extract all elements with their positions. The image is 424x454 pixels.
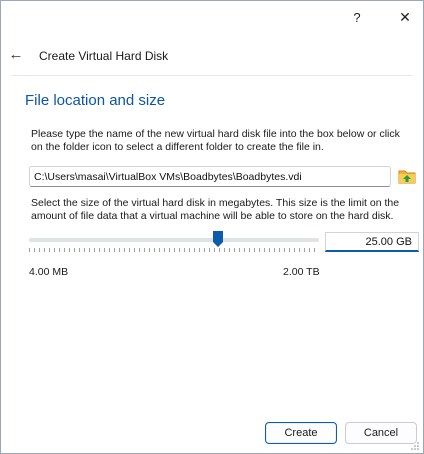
- location-description: Please type the name of the new virtual …: [31, 128, 400, 153]
- cancel-button[interactable]: Cancel: [345, 422, 417, 444]
- close-button[interactable]: ✕: [389, 5, 421, 29]
- section-title: File location and size: [25, 92, 166, 109]
- wizard-page: File location and size Please type the n…: [11, 75, 419, 411]
- create-button[interactable]: Create: [265, 422, 337, 444]
- size-slider-ticks: [29, 248, 319, 252]
- dialog-title: Create Virtual Hard Disk: [39, 49, 169, 63]
- folder-icon[interactable]: [397, 166, 417, 186]
- slider-min-label: 4.00 MB: [29, 266, 69, 278]
- size-input[interactable]: 25.00 GB: [325, 232, 419, 252]
- size-slider-handle[interactable]: [212, 230, 224, 248]
- slider-max-label: 2.00 TB: [283, 266, 320, 278]
- resize-grip-icon[interactable]: [411, 441, 419, 450]
- title-bar: ? ✕: [1, 1, 423, 33]
- back-arrow-icon[interactable]: ←: [7, 45, 25, 63]
- create-virtual-hard-disk-dialog: ? ✕ ← Create Virtual Hard Disk File loca…: [0, 0, 424, 454]
- file-path-field[interactable]: [29, 166, 391, 187]
- size-slider-track[interactable]: [29, 238, 319, 242]
- dialog-header: ← Create Virtual Hard Disk: [1, 39, 423, 71]
- size-description: Select the size of the virtual hard disk…: [31, 197, 400, 222]
- help-button[interactable]: ?: [341, 5, 373, 29]
